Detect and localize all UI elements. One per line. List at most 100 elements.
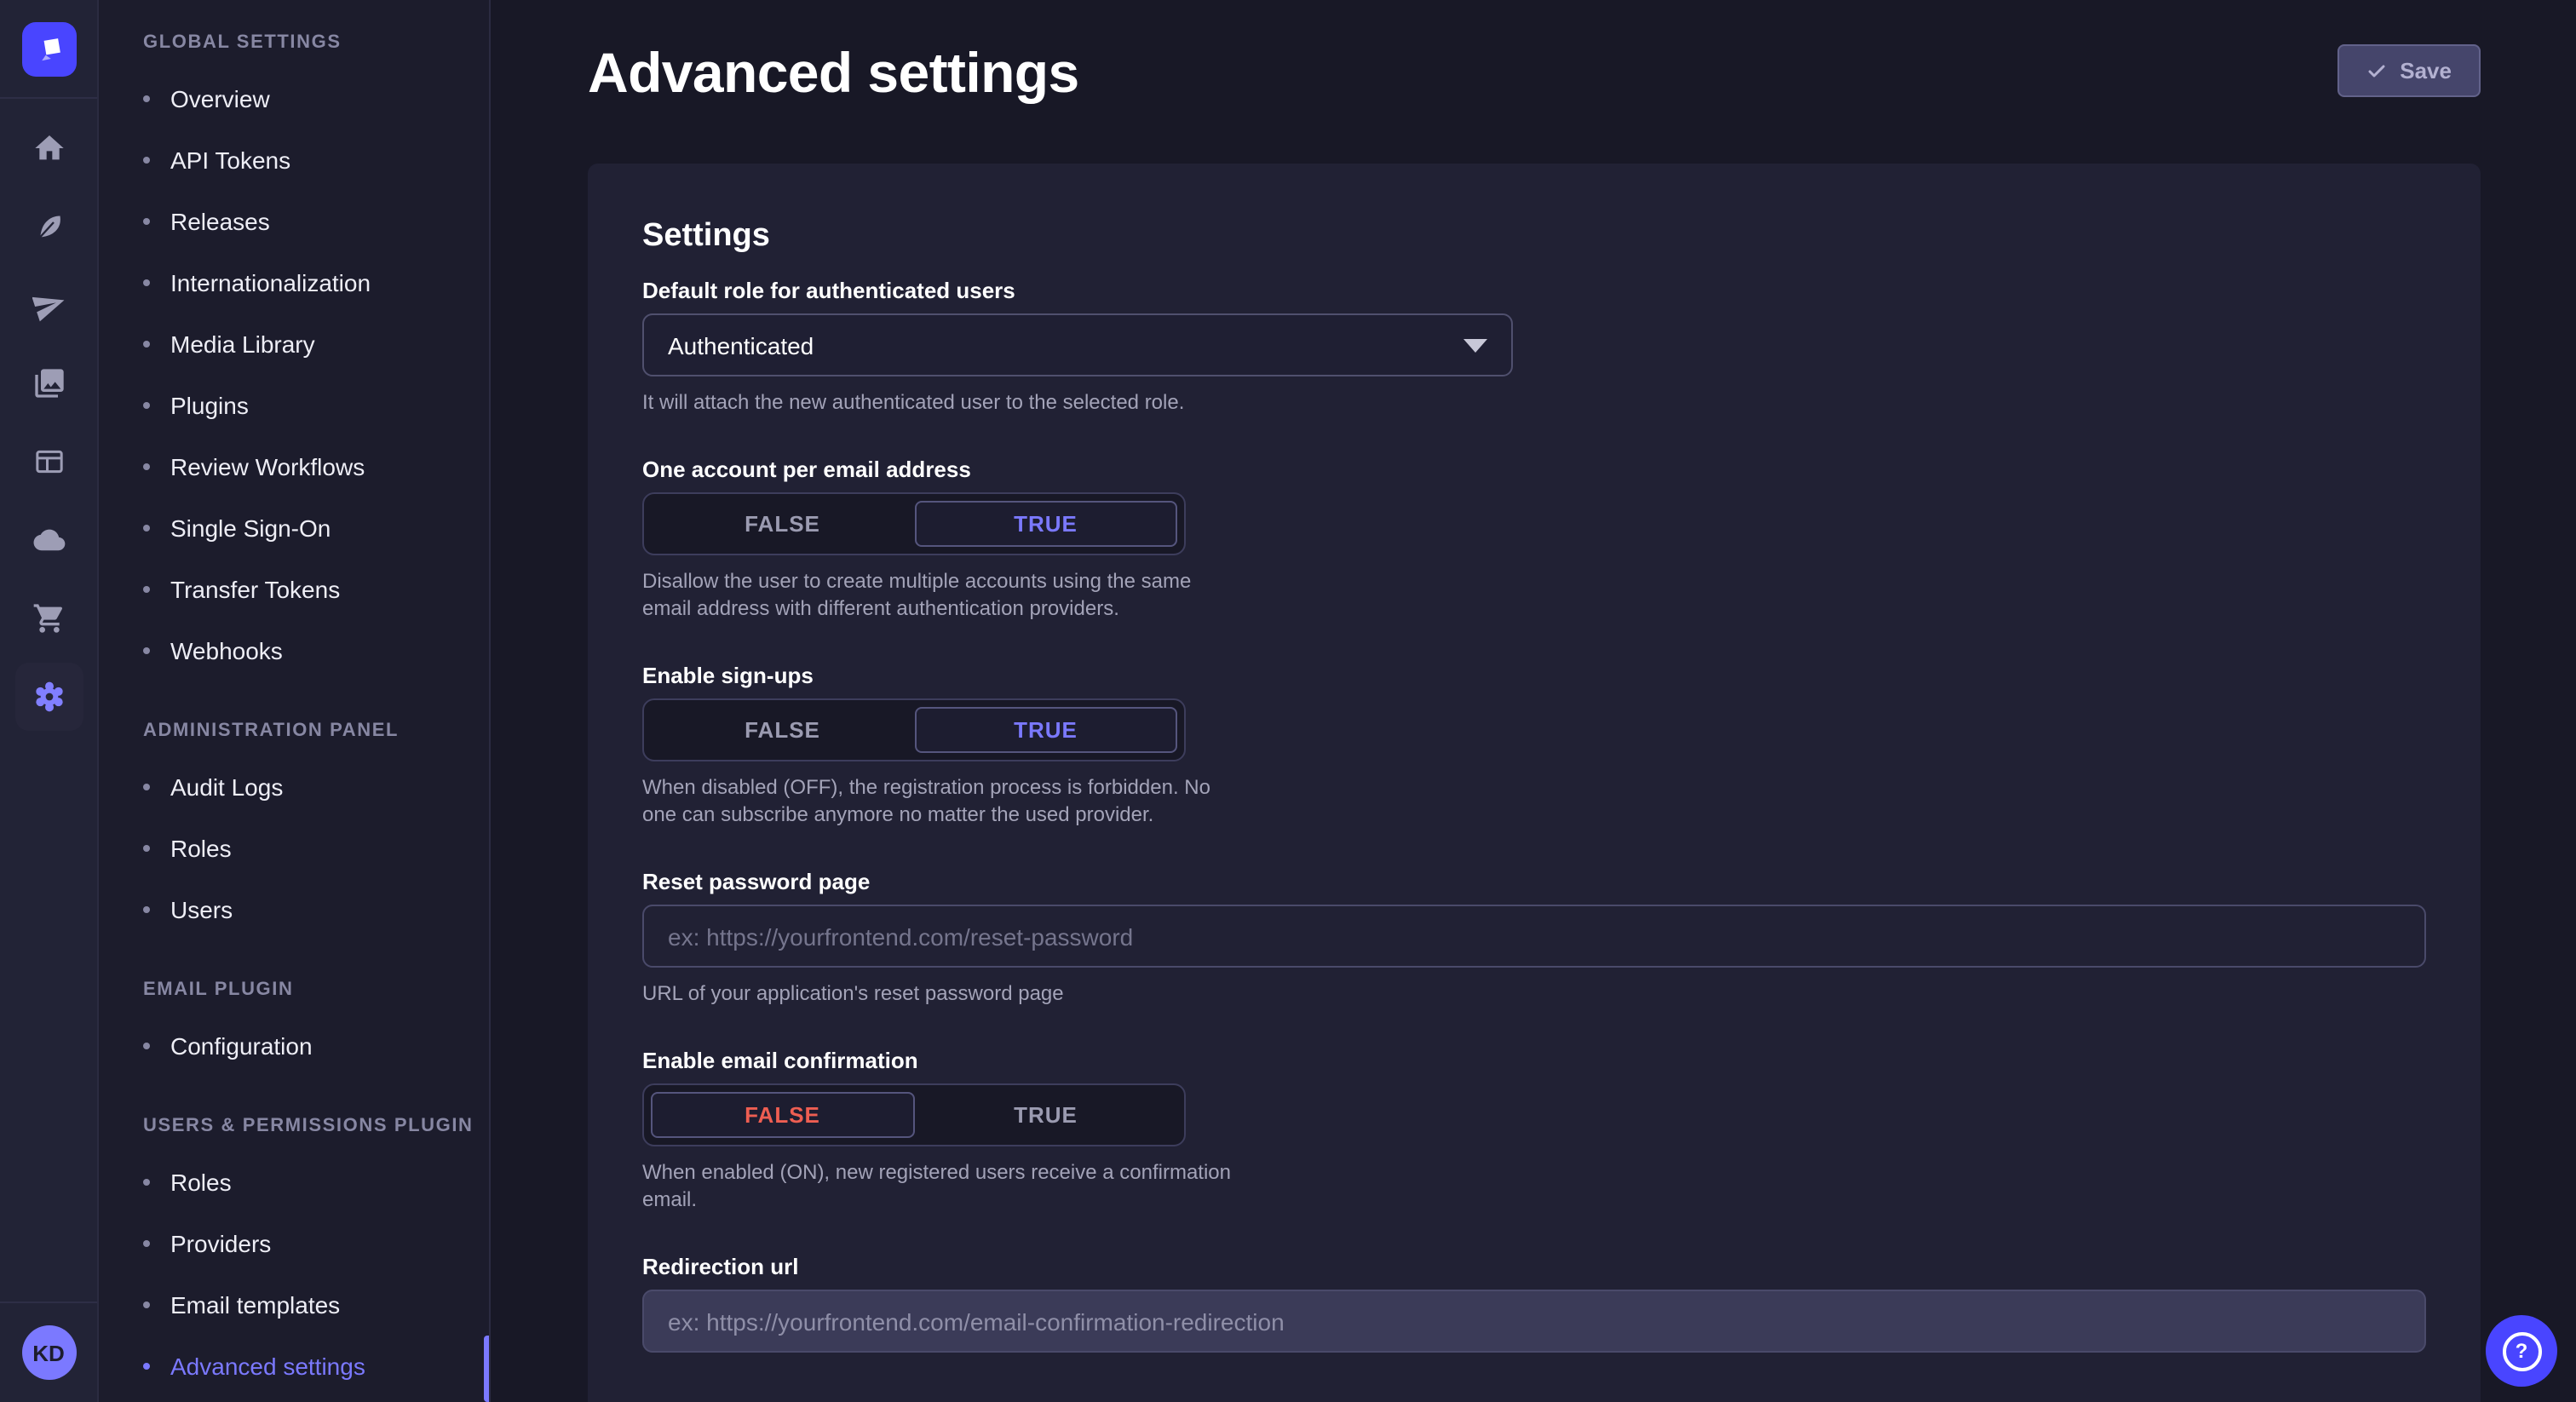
subnav-item-label: Single Sign-On — [170, 514, 331, 542]
subnav-item-admin-roles[interactable]: Roles — [99, 818, 489, 879]
field-label: Enable sign-ups — [642, 663, 2426, 690]
subnav-item-email-configuration[interactable]: Configuration — [99, 1015, 489, 1077]
subnav-item-label: Roles — [170, 1169, 232, 1196]
subnav-section-title: EMAIL PLUGIN — [99, 978, 489, 1002]
page-header: Advanced settings Save — [588, 44, 2481, 102]
field-redirection-url: Redirection url — [642, 1254, 2426, 1353]
subnav-item-up-roles[interactable]: Roles — [99, 1152, 489, 1213]
settings-subnav: GLOBAL SETTINGS Overview API Tokens Rele… — [99, 0, 491, 1402]
bullet-icon — [143, 1301, 150, 1308]
subnav-item-single-sign-on[interactable]: Single Sign-On — [99, 497, 489, 559]
field-label: One account per email address — [642, 457, 2426, 484]
settings-section-title: Settings — [642, 218, 2426, 256]
field-default-role: Default role for authenticated users Aut… — [642, 278, 2426, 416]
field-hint: URL of your application's reset password… — [642, 980, 2426, 1007]
save-button[interactable]: Save — [2337, 44, 2481, 97]
select-value: Authenticated — [668, 331, 814, 359]
bullet-icon — [143, 845, 150, 852]
strapi-admin-app: KD GLOBAL SETTINGS Overview API Tokens R… — [0, 0, 2576, 1402]
field-enable-email-confirmation: Enable email confirmation FALSE TRUE Whe… — [642, 1048, 2426, 1213]
bullet-icon — [143, 218, 150, 225]
redirection-url-input[interactable] — [642, 1290, 2426, 1353]
subnav-item-media-library[interactable]: Media Library — [99, 313, 489, 375]
field-label: Enable email confirmation — [642, 1048, 2426, 1075]
toggle-option-true[interactable]: TRUE — [914, 1092, 1177, 1138]
feather-icon[interactable] — [14, 192, 83, 261]
subnav-item-transfer-tokens[interactable]: Transfer Tokens — [99, 559, 489, 620]
default-role-select[interactable]: Authenticated — [642, 313, 1513, 376]
page-title: Advanced settings — [588, 44, 1079, 102]
subnav-item-audit-logs[interactable]: Audit Logs — [99, 756, 489, 818]
subnav-item-label: Audit Logs — [170, 773, 283, 801]
bullet-icon — [143, 1179, 150, 1186]
subnav-item-api-tokens[interactable]: API Tokens — [99, 129, 489, 191]
subnav-item-advanced-settings[interactable]: Advanced settings — [99, 1336, 489, 1397]
bullet-icon — [143, 463, 150, 470]
subnav-item-providers[interactable]: Providers — [99, 1213, 489, 1274]
bullet-icon — [143, 402, 150, 409]
chevron-down-icon — [1463, 338, 1487, 352]
paper-plane-icon[interactable] — [14, 271, 83, 339]
subnav-item-label: Overview — [170, 85, 270, 112]
bullet-icon — [143, 1043, 150, 1049]
subnav-item-admin-users[interactable]: Users — [99, 879, 489, 940]
active-item-indicator — [484, 1336, 489, 1402]
subnav-item-label: Media Library — [170, 330, 315, 358]
content-manager-icon[interactable] — [14, 428, 83, 496]
subnav-item-webhooks[interactable]: Webhooks — [99, 620, 489, 681]
main-content: Advanced settings Save Settings Default … — [491, 0, 2576, 1402]
subnav-section-title: USERS & PERMISSIONS PLUGIN — [99, 1114, 489, 1138]
strapi-logo-icon — [30, 31, 67, 68]
subnav-item-label: Users — [170, 896, 233, 923]
subnav-item-plugins[interactable]: Plugins — [99, 375, 489, 436]
subnav-section-title: GLOBAL SETTINGS — [99, 31, 489, 55]
field-hint: It will attach the new authenticated use… — [642, 388, 2426, 416]
bullet-icon — [143, 586, 150, 593]
subnav-item-email-templates[interactable]: Email templates — [99, 1274, 489, 1336]
subnav-item-label: Review Workflows — [170, 453, 365, 480]
check-icon — [2366, 60, 2386, 81]
reset-password-input[interactable] — [642, 905, 2426, 968]
cloud-icon[interactable] — [14, 506, 83, 574]
subnav-item-label: Advanced settings — [170, 1353, 365, 1380]
bullet-icon — [143, 95, 150, 102]
subnav-item-releases[interactable]: Releases — [99, 191, 489, 252]
subnav-item-label: Transfer Tokens — [170, 576, 340, 603]
field-enable-sign-ups: Enable sign-ups FALSE TRUE When disabled… — [642, 663, 2426, 828]
subnav-item-label: API Tokens — [170, 147, 290, 174]
toggle-option-false[interactable]: FALSE — [651, 1092, 914, 1138]
toggle-option-false[interactable]: FALSE — [651, 501, 914, 547]
marketplace-cart-icon[interactable] — [14, 584, 83, 652]
settings-card: Settings Default role for authenticated … — [588, 164, 2481, 1402]
media-library-icon[interactable] — [14, 349, 83, 417]
subnav-item-overview[interactable]: Overview — [99, 68, 489, 129]
nav-rail: KD — [0, 0, 99, 1402]
rail-bottom: KD — [0, 1301, 97, 1402]
subnav-item-label: Configuration — [170, 1032, 313, 1060]
field-label: Reset password page — [642, 869, 2426, 896]
subnav-item-label: Releases — [170, 208, 270, 235]
bullet-icon — [143, 1363, 150, 1370]
bullet-icon — [143, 647, 150, 654]
toggle-option-true[interactable]: TRUE — [914, 501, 1177, 547]
strapi-logo[interactable] — [21, 22, 76, 77]
home-icon[interactable] — [14, 114, 83, 182]
field-label: Redirection url — [642, 1254, 2426, 1281]
email-confirmation-toggle: FALSE TRUE — [642, 1083, 1186, 1146]
bullet-icon — [143, 906, 150, 913]
save-button-label: Save — [2400, 58, 2452, 83]
one-account-toggle: FALSE TRUE — [642, 492, 1186, 555]
field-hint: Disallow the user to create multiple acc… — [642, 567, 1242, 622]
help-button[interactable]: ? — [2486, 1315, 2557, 1387]
field-label: Default role for authenticated users — [642, 278, 2426, 305]
subnav-item-label: Webhooks — [170, 637, 283, 664]
toggle-option-false[interactable]: FALSE — [651, 707, 914, 753]
settings-gear-icon[interactable] — [14, 663, 83, 731]
divider — [0, 1301, 97, 1303]
user-avatar[interactable]: KD — [21, 1325, 76, 1380]
toggle-option-true[interactable]: TRUE — [914, 707, 1177, 753]
subnav-item-review-workflows[interactable]: Review Workflows — [99, 436, 489, 497]
bullet-icon — [143, 341, 150, 348]
subnav-item-internationalization[interactable]: Internationalization — [99, 252, 489, 313]
bullet-icon — [143, 525, 150, 531]
